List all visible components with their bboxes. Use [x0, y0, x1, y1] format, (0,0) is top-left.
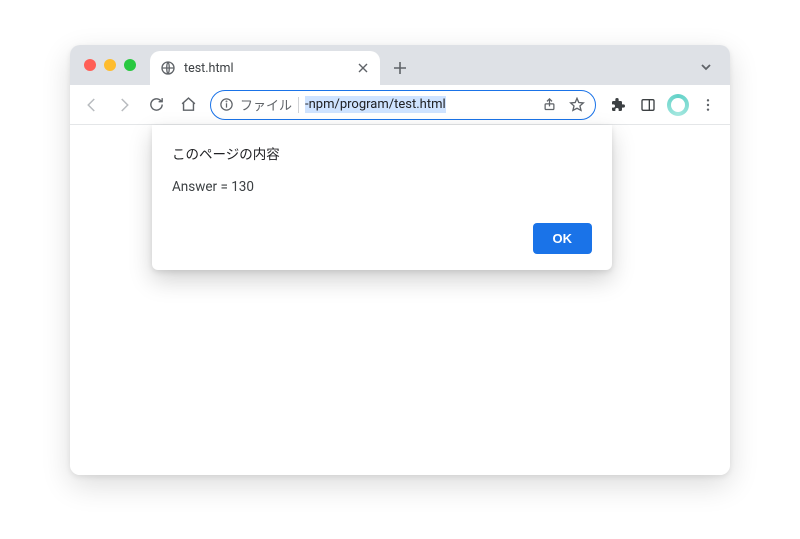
alert-ok-button[interactable]: OK — [533, 223, 593, 254]
close-tab-button[interactable] — [356, 61, 370, 75]
site-info-section[interactable]: ファイル — [219, 95, 299, 114]
globe-icon — [160, 60, 176, 76]
maximize-window-button[interactable] — [124, 59, 136, 71]
share-button[interactable] — [537, 93, 561, 117]
bookmark-button[interactable] — [565, 93, 589, 117]
alert-title: このページの内容 — [172, 143, 592, 163]
browser-window: test.html — [70, 45, 730, 475]
browser-tab[interactable]: test.html — [150, 51, 380, 85]
javascript-alert-dialog: このページの内容 Answer = 130 OK — [152, 125, 612, 270]
url-text[interactable]: -npm/program/test.html — [305, 96, 531, 113]
url-selected-text: -npm/program/test.html — [305, 96, 446, 113]
new-tab-button[interactable] — [386, 54, 414, 82]
address-bar[interactable]: ファイル -npm/program/test.html — [210, 90, 596, 120]
side-panel-button[interactable] — [634, 91, 662, 119]
tab-strip: test.html — [70, 45, 730, 85]
info-icon — [219, 97, 234, 112]
tab-title: test.html — [184, 61, 348, 76]
home-button[interactable] — [174, 91, 202, 119]
browser-toolbar: ファイル -npm/program/test.html — [70, 85, 730, 125]
forward-button[interactable] — [110, 91, 138, 119]
extensions-button[interactable] — [604, 91, 632, 119]
avatar-icon — [667, 94, 689, 116]
omnibox-divider — [298, 97, 299, 113]
window-controls — [84, 59, 136, 71]
reload-button[interactable] — [142, 91, 170, 119]
menu-button[interactable] — [694, 91, 722, 119]
tab-overflow-button[interactable] — [696, 57, 716, 77]
url-scheme-label: ファイル — [240, 95, 292, 114]
profile-button[interactable] — [664, 91, 692, 119]
alert-actions: OK — [172, 223, 592, 254]
minimize-window-button[interactable] — [104, 59, 116, 71]
alert-message: Answer = 130 — [172, 179, 592, 195]
close-window-button[interactable] — [84, 59, 96, 71]
page-viewport: このページの内容 Answer = 130 OK — [70, 125, 730, 475]
back-button[interactable] — [78, 91, 106, 119]
